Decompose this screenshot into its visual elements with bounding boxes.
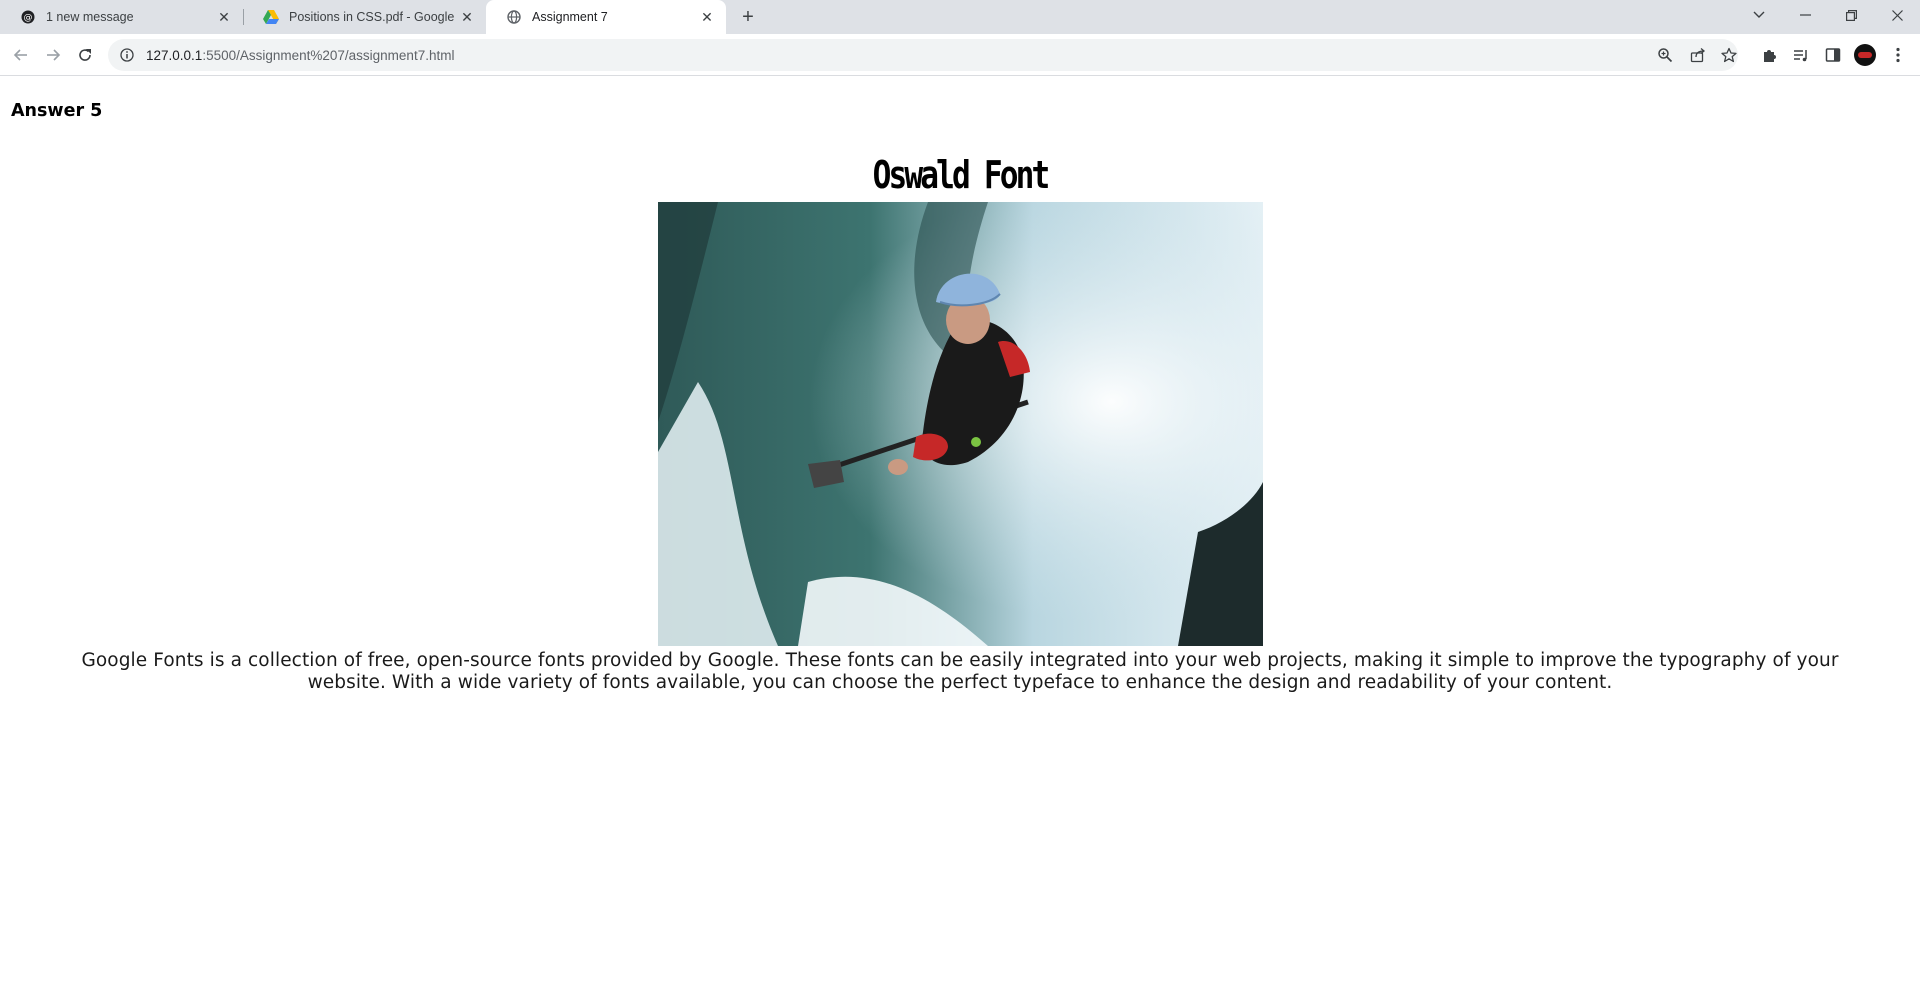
url-host: 127.0.0.1 [146,47,203,63]
tab-threads[interactable]: @ 1 new message ✕ [0,0,243,34]
media-queue-icon[interactable] [1789,43,1813,67]
close-icon[interactable]: ✕ [215,8,233,26]
menu-kebab-icon[interactable] [1886,43,1910,67]
google-drive-icon [263,9,279,25]
close-icon[interactable]: ✕ [698,8,716,26]
description-paragraph: Google Fonts is a collection of free, op… [81,650,1839,693]
back-icon[interactable] [9,43,33,67]
tab-strip: @ 1 new message ✕ Positions in CSS.pdf -… [0,0,1920,34]
tab-google-drive[interactable]: Positions in CSS.pdf - Google Dr ✕ [243,0,486,34]
close-window-icon[interactable] [1874,0,1920,30]
forward-icon[interactable] [41,43,65,67]
answer-label: Answer 5 [11,101,103,121]
restore-icon[interactable] [1828,0,1874,30]
share-icon[interactable] [1686,43,1710,67]
profile-avatar[interactable] [1853,43,1877,67]
svg-text:@: @ [24,13,33,23]
browser-toolbar: 127.0.0.1:5500/Assignment%207/assignment… [0,34,1920,76]
threads-icon: @ [20,9,36,25]
url-text: 127.0.0.1:5500/Assignment%207/assignment… [146,48,454,63]
side-panel-icon[interactable] [1821,43,1845,67]
close-icon[interactable]: ✕ [458,8,476,26]
url-path: :5500/Assignment%207/assignment7.html [202,47,455,63]
address-bar[interactable]: 127.0.0.1:5500/Assignment%207/assignment… [108,39,1738,71]
bookmark-star-icon[interactable] [1717,43,1741,67]
page-heading: Oswald Font [872,153,1051,197]
tab-assignment-7[interactable]: Assignment 7 ✕ [486,0,726,34]
page-content: Answer 5 Oswald Font Google Fonts is a c… [0,77,1920,1005]
tab-title: Positions in CSS.pdf - Google Dr [289,10,458,24]
extensions-icon[interactable] [1757,43,1781,67]
globe-icon [506,9,522,25]
reload-icon[interactable] [73,43,97,67]
tab-title: Assignment 7 [532,10,608,24]
kayaker-photo [658,202,1263,646]
new-tab-button[interactable]: + [736,6,760,28]
avatar [1854,44,1876,66]
site-info-icon[interactable] [118,46,136,64]
tab-search-icon[interactable] [1736,0,1782,30]
tab-title: 1 new message [46,10,134,24]
zoom-icon[interactable] [1653,43,1677,67]
minimize-icon[interactable] [1782,0,1828,30]
